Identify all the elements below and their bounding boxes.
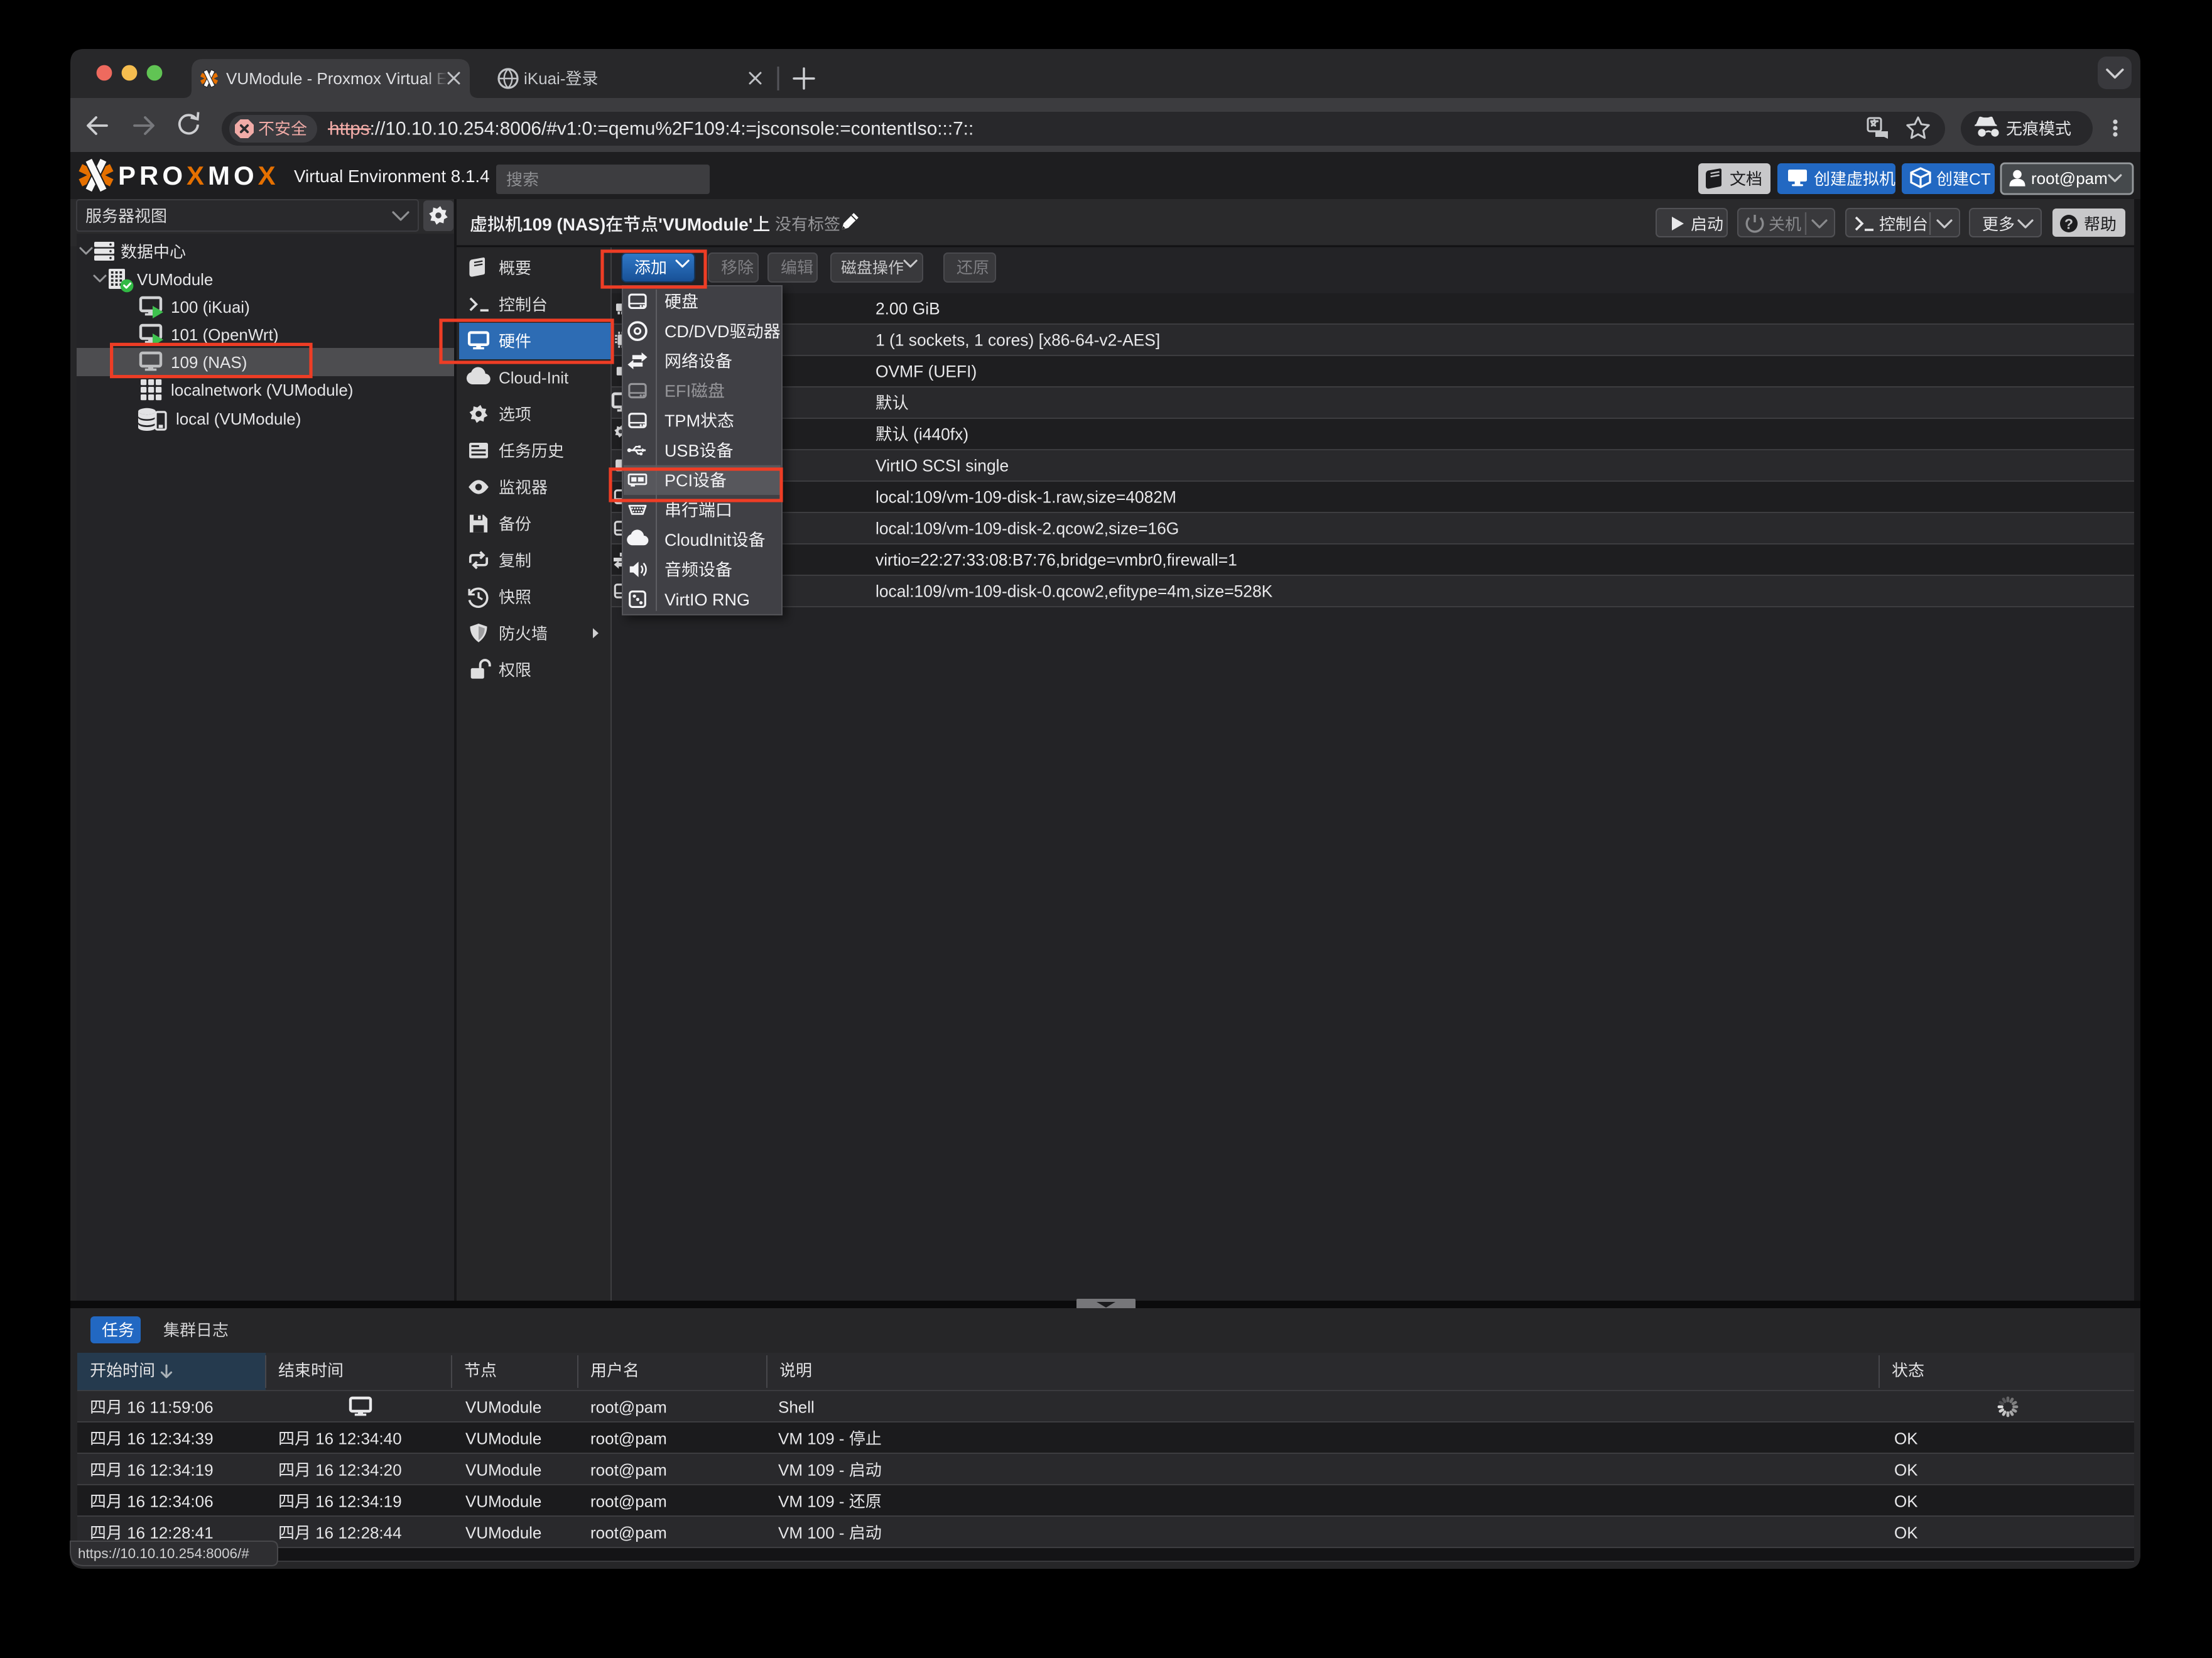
svg-text:VirtIO RNG: VirtIO RNG	[664, 590, 750, 609]
svg-text:101 (OpenWrt): 101 (OpenWrt)	[171, 325, 278, 344]
svg-text:VUModule: VUModule	[465, 1492, 541, 1511]
svg-text:OK: OK	[1894, 1461, 1918, 1480]
svg-text:R: R	[139, 161, 158, 190]
svg-text:VUModule: VUModule	[465, 1461, 541, 1480]
svg-text:OVMF (UEFI): OVMF (UEFI)	[876, 362, 977, 381]
svg-text:root@pam: root@pam	[2031, 169, 2108, 188]
svg-text:?: ?	[2064, 216, 2073, 232]
svg-text:O: O	[234, 161, 254, 190]
svg-text:local:109/vm-109-disk-0.qcow2,: local:109/vm-109-disk-0.qcow2,efitype=4m…	[876, 582, 1273, 601]
svg-text:https://10.10.10.254:8006/#: https://10.10.10.254:8006/#	[78, 1546, 249, 1561]
svg-text:VUModule: VUModule	[465, 1429, 541, 1448]
svg-text:默认: 默认	[876, 394, 909, 413]
svg-text:local (VUModule): local (VUModule)	[176, 409, 301, 428]
svg-text:VUModule: VUModule	[137, 270, 213, 289]
svg-text:root@pam: root@pam	[590, 1398, 667, 1417]
svg-text:X: X	[258, 161, 276, 190]
svg-text:OK: OK	[1894, 1524, 1918, 1542]
svg-text:virtio=22:27:33:08:B7:76,bridg: virtio=22:27:33:08:B7:76,bridge=vmbr0,fi…	[876, 551, 1237, 570]
svg-text:109 (NAS): 109 (NAS)	[171, 353, 247, 372]
svg-text:local:109/vm-109-disk-1.raw,si: local:109/vm-109-disk-1.raw,size=4082M	[876, 488, 1176, 507]
svg-text:root@pam: root@pam	[590, 1429, 667, 1448]
svg-text:root@pam: root@pam	[590, 1524, 667, 1542]
svg-text:O: O	[162, 161, 183, 190]
svg-text:root@pam: root@pam	[590, 1461, 667, 1480]
svg-text:P: P	[118, 161, 136, 190]
svg-text:100 (iKuai): 100 (iKuai)	[171, 298, 250, 317]
svg-text:2.00 GiB: 2.00 GiB	[876, 300, 940, 318]
svg-text:Cloud-Init: Cloud-Init	[499, 368, 569, 387]
svg-text:VirtIO SCSI single: VirtIO SCSI single	[876, 457, 1009, 475]
svg-text:VUModule: VUModule	[465, 1524, 541, 1542]
svg-text:默认 (i440fx): 默认 (i440fx)	[876, 425, 968, 444]
svg-text:localnetwork (VUModule): localnetwork (VUModule)	[171, 381, 353, 399]
svg-text:://10.10.10.254:8006/#v1:0:=qe: ://10.10.10.254:8006/#v1:0:=qemu%2F109:4…	[370, 119, 974, 139]
svg-text:Virtual Environment 8.1.4: Virtual Environment 8.1.4	[294, 166, 490, 186]
svg-text:local:109/vm-109-disk-2.qcow2,: local:109/vm-109-disk-2.qcow2,size=16G	[876, 519, 1179, 538]
svg-text:OK: OK	[1894, 1492, 1918, 1511]
svg-text:M: M	[208, 161, 230, 190]
svg-text:X: X	[187, 161, 204, 190]
svg-text:OK: OK	[1894, 1429, 1918, 1448]
svg-text:Shell: Shell	[778, 1398, 815, 1417]
svg-text:1 (1 sockets, 1 cores) [x86-64: 1 (1 sockets, 1 cores) [x86-64-v2-AES]	[876, 331, 1160, 350]
svg-text:root@pam: root@pam	[590, 1492, 667, 1511]
svg-text:VUModule: VUModule	[465, 1398, 541, 1417]
